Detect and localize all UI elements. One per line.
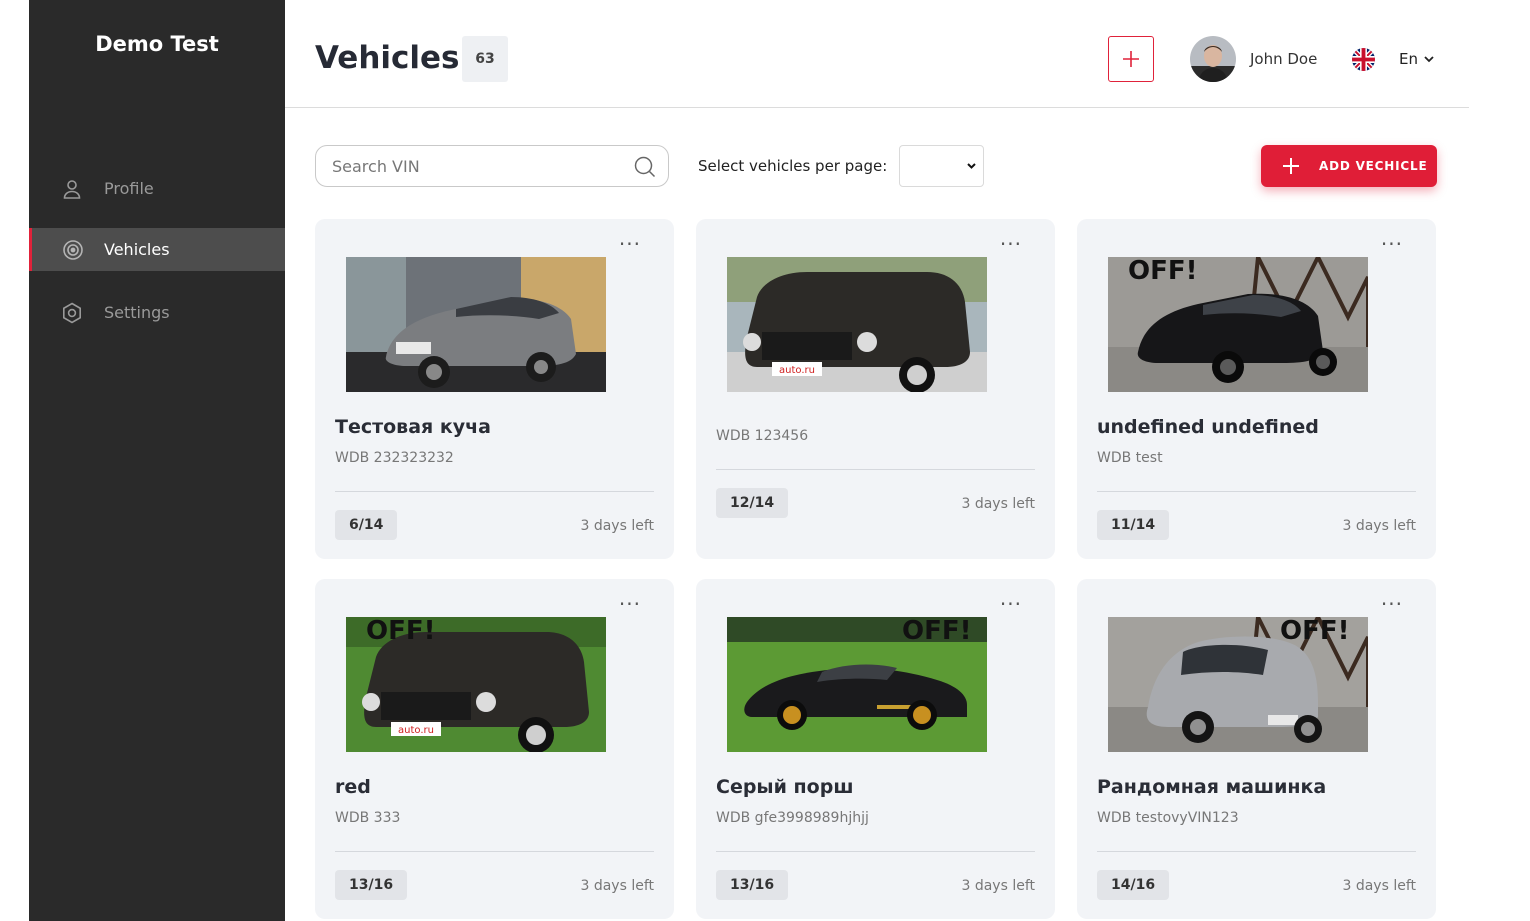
sidebar-item-label: Settings: [104, 303, 170, 322]
card-divider: [716, 469, 1035, 470]
page-title: Vehicles: [315, 40, 460, 76]
sidebar: Demo Test Profile Vehicles Settings: [29, 0, 285, 921]
days-left: 3 days left: [961, 496, 1035, 512]
plus-icon: [1283, 158, 1299, 174]
photo-banner-text: OFF!: [902, 617, 971, 646]
chevron-down-icon: [1424, 55, 1434, 62]
progress-badge: 13/16: [716, 870, 789, 900]
vehicle-vin: WDB 333: [335, 810, 401, 826]
card-divider: [716, 851, 1035, 852]
card-divider: [335, 851, 654, 852]
vehicle-card[interactable]: ··· OFF! undefined undefined WDB test 11…: [1077, 219, 1436, 559]
search-input[interactable]: [332, 155, 632, 177]
vehicle-photo: OFF!: [727, 617, 987, 752]
more-options-icon[interactable]: ···: [619, 594, 641, 614]
sidebar-item-settings[interactable]: Settings: [29, 291, 285, 334]
sidebar-item-label: Vehicles: [104, 240, 170, 259]
vehicle-vin: WDB testovyVIN123: [1097, 810, 1239, 826]
page-header: Vehicles 63 John Doe En: [285, 0, 1469, 108]
progress-badge: 6/14: [335, 510, 398, 540]
language-label: En: [1399, 50, 1418, 68]
vehicle-card[interactable]: ··· auto.ru OFF! red WDB 333 13/16 3 day…: [315, 579, 674, 919]
progress-badge: 13/16: [335, 870, 408, 900]
app-root: Demo Test Profile Vehicles Settings Vehi…: [0, 0, 1530, 921]
uk-flag-icon: [1352, 48, 1375, 71]
vehicle-vin: WDB 123456: [716, 428, 809, 444]
days-left: 3 days left: [580, 518, 654, 534]
vehicle-name: Рандомная машинка: [1097, 776, 1327, 798]
more-options-icon[interactable]: ···: [619, 234, 641, 254]
per-page-select[interactable]: [899, 145, 984, 187]
vehicle-card[interactable]: ··· Тестовая куча WDB 232323232 6/14 3 d…: [315, 219, 674, 559]
gear-icon: [63, 302, 81, 324]
vehicle-vin: WDB 232323232: [335, 450, 454, 466]
days-left: 3 days left: [1342, 878, 1416, 894]
vehicle-photo: auto.ru: [727, 257, 987, 392]
vehicle-photo: OFF!: [1108, 617, 1368, 752]
photo-banner-text: OFF!: [1280, 617, 1349, 646]
vehicle-card[interactable]: ··· auto.ru WDB 123456 12/14 3 days left: [696, 219, 1055, 559]
language-select[interactable]: En: [1399, 50, 1434, 68]
progress-badge: 14/16: [1097, 870, 1170, 900]
progress-badge: 12/14: [716, 488, 789, 518]
vehicle-name: Серый порш: [716, 776, 854, 798]
vehicle-vin: WDB gfe3998989hjhjj: [716, 810, 869, 826]
vehicle-vin: WDB test: [1097, 450, 1163, 466]
user-icon: [63, 180, 81, 199]
sidebar-item-profile[interactable]: Profile: [29, 167, 285, 210]
photo-banner-text: OFF!: [1128, 257, 1197, 286]
per-page-label: Select vehicles per page:: [698, 157, 888, 175]
add-vehicle-button[interactable]: ADD VECHICLE: [1261, 145, 1437, 187]
user-name[interactable]: John Doe: [1250, 50, 1317, 68]
days-left: 3 days left: [1342, 518, 1416, 534]
vehicle-name: undefined undefined: [1097, 416, 1319, 438]
photo-banner-text: OFF!: [366, 617, 435, 646]
search-icon[interactable]: [634, 156, 656, 178]
days-left: 3 days left: [961, 878, 1035, 894]
quick-add-button[interactable]: [1108, 36, 1154, 82]
brand-title: Demo Test: [95, 32, 219, 56]
svg-text:auto.ru: auto.ru: [779, 365, 815, 376]
card-divider: [1097, 491, 1416, 492]
vehicle-photo: OFF!: [1108, 257, 1368, 392]
more-options-icon[interactable]: ···: [1381, 234, 1403, 254]
vehicle-card[interactable]: ··· OFF! Серый порш WDB gfe3998989hjhjj …: [696, 579, 1055, 919]
vehicle-card[interactable]: ··· OFF! Рандомная машинка WDB testovyVI…: [1077, 579, 1436, 919]
vehicle-name: Тестовая куча: [335, 416, 491, 438]
plus-icon: [1123, 51, 1139, 67]
more-options-icon[interactable]: ···: [1381, 594, 1403, 614]
card-divider: [335, 491, 654, 492]
sidebar-item-vehicles[interactable]: Vehicles: [29, 228, 285, 271]
vehicle-count-badge: 63: [462, 36, 508, 82]
vehicle-photo: [346, 257, 606, 392]
add-vehicle-label: ADD VECHICLE: [1319, 159, 1428, 173]
sidebar-item-label: Profile: [104, 179, 154, 198]
more-options-icon[interactable]: ···: [1000, 594, 1022, 614]
chevron-down-icon: [967, 163, 976, 169]
more-options-icon[interactable]: ···: [1000, 234, 1022, 254]
avatar[interactable]: [1190, 36, 1236, 82]
card-divider: [1097, 851, 1416, 852]
svg-text:auto.ru: auto.ru: [398, 725, 434, 736]
target-icon: [63, 240, 83, 260]
vehicle-name: red: [335, 776, 371, 798]
days-left: 3 days left: [580, 878, 654, 894]
vehicle-photo: auto.ru OFF!: [346, 617, 606, 752]
progress-badge: 11/14: [1097, 510, 1170, 540]
search-field[interactable]: [315, 145, 669, 187]
